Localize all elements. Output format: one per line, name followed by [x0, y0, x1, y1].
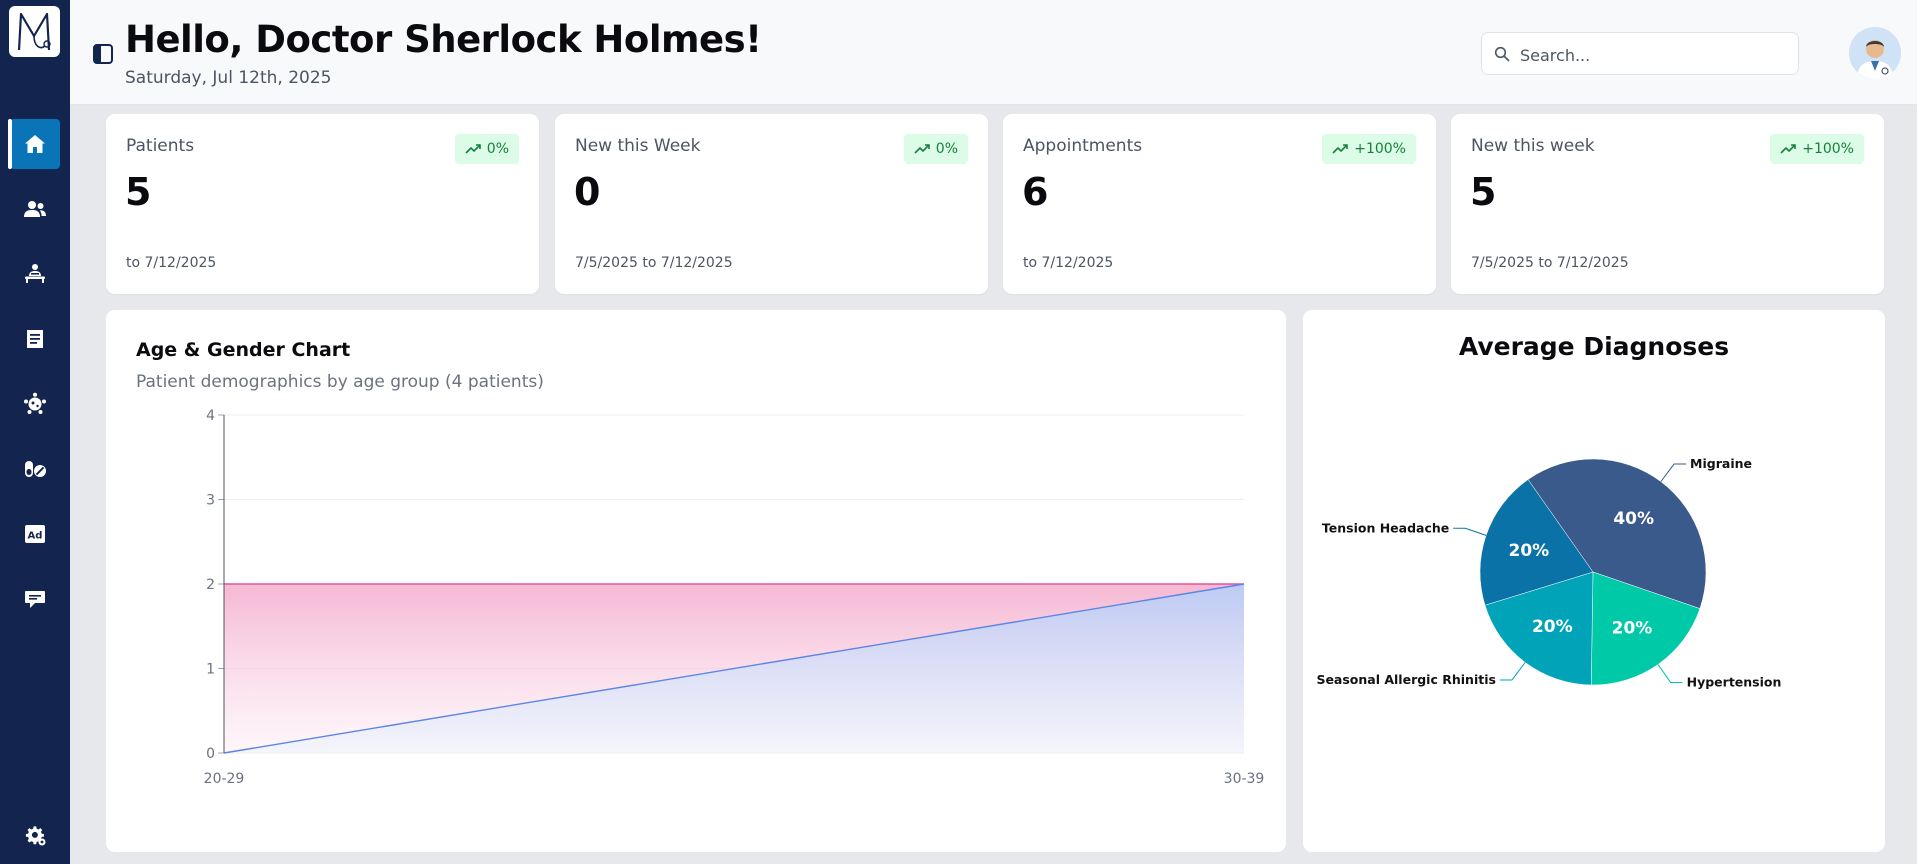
stat-range: 7/5/2025 to 7/12/2025	[1471, 255, 1629, 271]
trend-badge: +100%	[1322, 134, 1416, 164]
ad-icon: Ad	[25, 525, 45, 543]
stat-card-patients: Patients 0% 5 to 7/12/2025	[106, 114, 539, 294]
sidebar-toggle-button[interactable]	[93, 44, 113, 64]
trending-up-icon	[465, 144, 481, 154]
current-date: Saturday, Jul 12th, 2025	[125, 68, 332, 88]
svg-text:Ad: Ad	[28, 531, 43, 542]
sidebar-item-ads[interactable]: Ad	[10, 509, 60, 559]
sidebar-item-records[interactable]	[10, 314, 60, 364]
stat-title: New this week	[1471, 136, 1595, 156]
header: Hello, Doctor Sherlock Holmes! Saturday,…	[70, 0, 1917, 105]
trending-up-icon	[1332, 144, 1349, 154]
users-icon	[24, 201, 46, 217]
stat-title: Appointments	[1023, 136, 1143, 156]
trending-up-icon	[1780, 144, 1797, 154]
x-tick-label: 20-29	[204, 771, 245, 787]
sidebar-item-patients[interactable]	[10, 249, 60, 299]
y-tick-label: 4	[206, 408, 215, 424]
stat-value: 6	[1022, 170, 1049, 214]
document-icon	[27, 330, 43, 348]
trend-badge: +100%	[1770, 134, 1864, 164]
trending-up-icon	[914, 144, 930, 154]
stat-value: 0	[574, 170, 601, 214]
y-tick-label: 3	[206, 493, 215, 509]
x-tick-label: 30-39	[1224, 771, 1265, 787]
trend-percent: +100%	[1802, 141, 1854, 157]
average-diagnoses-panel: Average Diagnoses 40% Migraine 20% Hyperten…	[1303, 310, 1885, 852]
leader-line	[1453, 527, 1487, 536]
pills-icon	[25, 461, 46, 477]
sidebar-item-diagnoses[interactable]	[10, 379, 60, 429]
patient-bed-icon	[25, 264, 45, 283]
home-icon	[25, 135, 45, 153]
app-logo[interactable]	[9, 6, 60, 57]
virus-icon	[24, 392, 46, 414]
trend-percent: +100%	[1354, 141, 1406, 157]
age-gender-chart-panel: Age & Gender Chart Patient demographics …	[106, 310, 1286, 852]
search-icon	[1494, 46, 1510, 62]
stat-title: New this Week	[575, 136, 701, 156]
slice-percent-label: 20%	[1532, 617, 1573, 637]
stat-card-new-patients: New this Week 0% 0 7/5/2025 to 7/12/2025	[555, 114, 988, 294]
slice-name-label: Migraine	[1690, 456, 1752, 471]
y-tick-label: 1	[206, 662, 215, 678]
y-tick-label: 0	[206, 746, 215, 762]
stat-range: to 7/12/2025	[126, 255, 217, 271]
slice-name-label: Tension Headache	[1322, 520, 1449, 535]
diagnoses-pie-chart: 40% Migraine 20% Hypertension 20% Seasonal Al…	[1316, 456, 1782, 689]
user-avatar[interactable]	[1849, 27, 1901, 79]
stat-card-appointments: Appointments +100% 6 to 7/12/2025	[1003, 114, 1436, 294]
y-tick-label: 2	[206, 577, 215, 593]
page-title: Hello, Doctor Sherlock Holmes!	[125, 18, 762, 61]
slice-name-label: Seasonal Allergic Rhinitis	[1316, 672, 1496, 687]
sidebar-item-home[interactable]	[8, 119, 60, 169]
trend-badge: 0%	[454, 134, 519, 164]
slice-percent-label: 40%	[1613, 509, 1654, 529]
sidebar-item-medications[interactable]	[10, 444, 60, 494]
slice-name-label: Hypertension	[1687, 674, 1782, 689]
panel-left-icon	[93, 44, 113, 64]
search-box[interactable]	[1481, 32, 1799, 75]
search-input[interactable]	[1518, 41, 1792, 69]
trend-badge: 0%	[903, 134, 968, 164]
sidebar: Ad	[0, 0, 70, 864]
stat-card-new-appointments: New this week +100% 5 7/5/2025 to 7/12/2…	[1451, 114, 1884, 294]
leader-line	[1499, 662, 1526, 681]
age-gender-area-chart: 0 1 2 3 4 20-29 30-39	[204, 408, 1265, 787]
stat-title: Patients	[126, 136, 195, 156]
stat-range: to 7/12/2025	[1023, 255, 1114, 271]
slice-percent-label: 20%	[1612, 618, 1653, 638]
settings-button[interactable]	[10, 810, 60, 860]
stat-value: 5	[1470, 170, 1497, 214]
leader-line	[1657, 664, 1683, 683]
chat-icon	[25, 591, 45, 608]
sidebar-item-users[interactable]	[10, 184, 60, 234]
slice-percent-label: 20%	[1509, 541, 1550, 561]
sidebar-item-messages[interactable]	[10, 574, 60, 624]
stat-value: 5	[125, 170, 152, 214]
trend-percent: 0%	[486, 141, 509, 157]
stat-range: 7/5/2025 to 7/12/2025	[575, 255, 733, 271]
gear-icon	[25, 826, 46, 846]
leader-line	[1660, 463, 1687, 482]
trend-percent: 0%	[935, 141, 958, 157]
